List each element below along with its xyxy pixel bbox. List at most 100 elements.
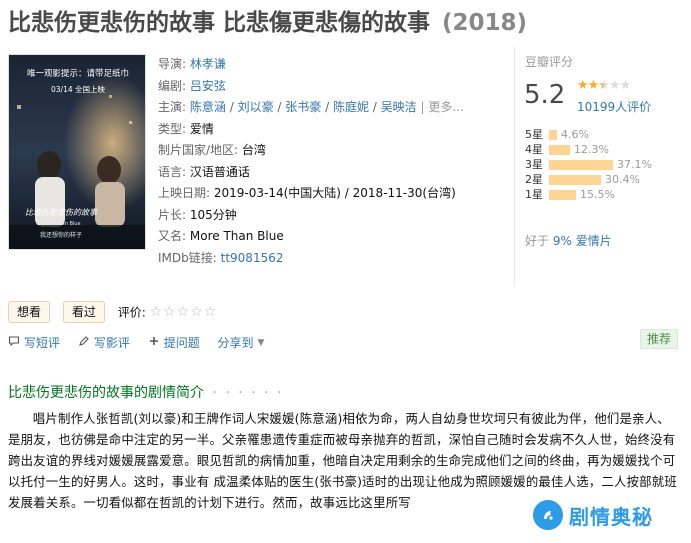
bar-label: 4星 xyxy=(525,143,543,156)
rating-bar-row: 1星 15.5% xyxy=(525,188,615,202)
poster-bottom-line: 我还想你的样子 xyxy=(40,231,82,239)
watermark-text: 剧情奥秘 xyxy=(569,504,653,529)
cast-separator: / xyxy=(321,100,333,114)
genre-value: 爱情 xyxy=(189,121,214,136)
recommend-button[interactable]: 推荐 xyxy=(640,329,679,349)
director-link[interactable]: 林孝谦 xyxy=(190,57,226,71)
language-label: 语言: xyxy=(158,164,187,179)
star-icon: ★ xyxy=(577,78,589,93)
movie-poster[interactable]: 唯一观影提示：请带足纸巾 03/14 全国上映 比悲伤更悲伤的故事 More T… xyxy=(8,54,146,250)
watermark: 剧情奥秘 xyxy=(533,497,653,533)
rate-stars-input[interactable]: ☆☆☆☆☆ xyxy=(150,304,218,320)
cast-label: 主演: xyxy=(158,100,187,114)
writer-link[interactable]: 吕安弦 xyxy=(190,79,226,93)
watched-button[interactable]: 看过 xyxy=(62,301,105,323)
star-icon: ★ xyxy=(587,78,600,93)
plus-icon xyxy=(148,335,160,350)
imdb-link[interactable]: tt9081562 xyxy=(221,251,284,265)
country-label: 制片国家/地区: xyxy=(158,143,239,157)
info-aka: 又名: More Than Blue xyxy=(158,226,498,248)
bar-percent: 12.3% xyxy=(574,143,609,156)
genre-label: 类型: xyxy=(158,121,187,136)
poster-tagline: 唯一观影提示：请带足纸巾 xyxy=(27,68,129,79)
rating-stars: ★★★★★ xyxy=(577,78,631,93)
info-country: 制片国家/地区: 台湾 xyxy=(158,140,498,162)
info-writer: 编剧: 吕安弦 xyxy=(158,76,498,98)
toolbar: 写短评 写影评 提问题 分享到 ▼ xyxy=(8,334,278,352)
bar-percent: 15.5% xyxy=(580,188,615,201)
rating-count-link[interactable]: 10199人评价 xyxy=(577,98,651,115)
empty-star-icon: ★ xyxy=(608,78,621,93)
better-than: 好于 9% 爱情片 xyxy=(525,232,612,249)
write-review-label: 写影评 xyxy=(93,336,130,350)
cast-link-2[interactable]: 刘以豪 xyxy=(238,100,274,114)
poster-image: 唯一观影提示：请带足纸巾 03/14 全国上映 比悲伤更悲伤的故事 More T… xyxy=(9,55,145,249)
info-cast: 主演: 陈意涵 / 刘以豪 / 张书豪 / 陈庭妮 / 吴映洁 | 更多... xyxy=(158,97,498,119)
bar-label: 2星 xyxy=(525,173,543,186)
half-star-icon: ★ xyxy=(598,78,610,93)
movie-year: (2018) xyxy=(442,10,528,36)
synopsis-heading: 比悲伤更悲伤的故事的剧情简介 · · · · · · xyxy=(8,382,283,402)
imdb-label: IMDb链接: xyxy=(158,250,217,265)
ask-question-button[interactable]: 提问题 xyxy=(148,334,200,351)
cast-separator: / xyxy=(368,100,381,114)
country-value: 台湾 xyxy=(241,143,266,157)
poster-release: 03/14 全国上映 xyxy=(51,84,105,94)
movie-title-text: 比悲伤更悲伤的故事 比悲傷更悲傷的故事 xyxy=(8,10,431,36)
rating-title: 豆瓣评分 xyxy=(525,55,574,69)
poster-handwritten-title: 比悲伤更悲伤的故事 xyxy=(25,208,99,217)
info-language: 语言: 汉语普通话 xyxy=(158,162,498,184)
director-label: 导演: xyxy=(158,57,187,71)
aka-label: 又名: xyxy=(158,229,187,243)
cast-more-link[interactable]: | 更多... xyxy=(420,100,463,114)
share-label: 分享到 xyxy=(217,336,254,350)
share-dropdown[interactable]: 分享到 ▼ xyxy=(218,334,265,351)
info-imdb: IMDb链接: tt9081562 xyxy=(158,248,498,270)
cast-separator: / xyxy=(225,100,238,114)
write-review-button[interactable]: 写影评 xyxy=(78,334,130,351)
bar-label: 5星 xyxy=(525,128,543,141)
user-actions: 想看 看过 评价: ☆☆☆☆☆ xyxy=(8,301,217,323)
want-to-watch-button[interactable]: 想看 xyxy=(8,301,51,323)
cast-link-1[interactable]: 陈意涵 xyxy=(190,100,226,114)
rating-panel: 豆瓣评分 5.2 ★★★★★ 10199人评价 5星 4.6% 4星 12.3% 3… xyxy=(514,46,684,286)
rate-label: 评价: xyxy=(117,305,146,320)
rating-bar xyxy=(549,190,576,200)
rating-bar xyxy=(549,175,601,185)
aka-value: More Than Blue xyxy=(189,229,284,243)
bar-label: 3星 xyxy=(525,158,543,171)
cast-link-5[interactable]: 吴映洁 xyxy=(381,100,417,114)
rating-score: 5.2 xyxy=(524,80,566,110)
synopsis-dots: · · · · · · xyxy=(212,385,284,401)
better-than-percent[interactable]: 9% xyxy=(553,234,572,248)
better-than-genre[interactable]: 爱情片 xyxy=(576,234,612,248)
cast-link-4[interactable]: 陈庭妮 xyxy=(333,100,369,114)
cast-link-3[interactable]: 张书豪 xyxy=(285,100,321,114)
language-value: 汉语普通话 xyxy=(189,164,250,179)
ask-question-label: 提问题 xyxy=(163,336,200,350)
write-short-review-button[interactable]: 写短评 xyxy=(8,334,60,351)
watermark-logo-icon xyxy=(533,500,563,530)
better-than-prefix: 好于 xyxy=(525,234,550,248)
rating-bar-row: 2星 30.4% xyxy=(525,173,640,187)
synopsis-title: 比悲伤更悲伤的故事的剧情简介 xyxy=(8,385,204,401)
cast-separator: / xyxy=(273,100,286,114)
rating-bar xyxy=(549,160,613,170)
poster-english-title: More Than Blue xyxy=(41,221,80,227)
info-genre: 类型: 爱情 xyxy=(158,119,498,141)
release-label: 上映日期: xyxy=(158,186,211,200)
runtime-label: 片长: xyxy=(158,207,187,222)
chevron-down-icon: ▼ xyxy=(257,337,265,348)
write-short-review-label: 写短评 xyxy=(24,336,61,350)
bar-percent: 37.1% xyxy=(617,158,652,171)
bar-percent: 30.4% xyxy=(605,173,640,186)
rating-bar-row: 4星 12.3% xyxy=(525,143,609,157)
movie-title: 比悲伤更悲伤的故事 比悲傷更悲傷的故事 (2018) xyxy=(8,6,527,40)
bar-label: 1星 xyxy=(525,188,543,201)
release-value: 2019-03-14(中国大陆) / 2018-11-30(台湾) xyxy=(213,186,456,200)
writer-label: 编剧: xyxy=(158,78,187,93)
bar-percent: 4.6% xyxy=(561,128,589,141)
movie-info: 导演: 林孝谦 编剧: 吕安弦 主演: 陈意涵 / 刘以豪 / 张书豪 / 陈庭… xyxy=(158,54,498,269)
info-release: 上映日期: 2019-03-14(中国大陆) / 2018-11-30(台湾) xyxy=(158,183,498,205)
rating-bar-row: 5星 4.6% xyxy=(525,128,589,142)
